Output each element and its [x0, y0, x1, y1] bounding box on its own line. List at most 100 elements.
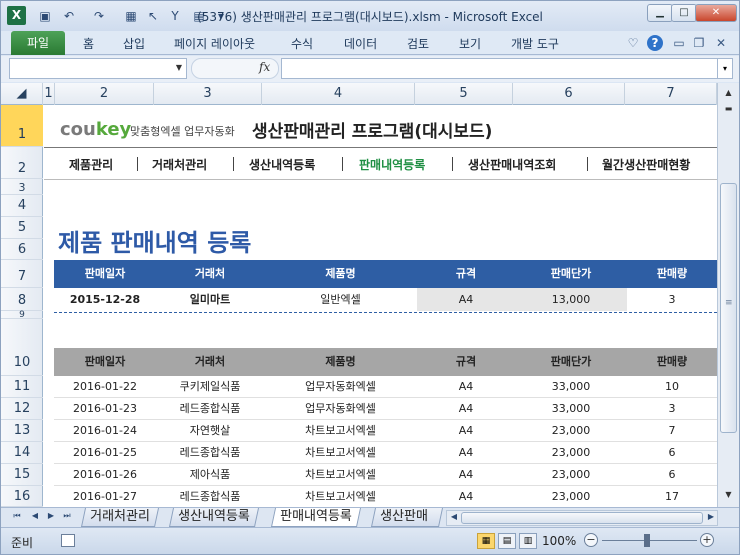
- minimize-button[interactable]: ▁: [647, 4, 673, 22]
- row-header[interactable]: 16: [1, 486, 43, 507]
- window-close-icon[interactable]: ✕: [713, 35, 729, 51]
- row-header[interactable]: 10: [1, 319, 43, 376]
- row-header[interactable]: 5: [1, 217, 43, 239]
- worksheet-grid[interactable]: ◢ 1 2 3 4 5 6 7 1 2 3 4 5 6 7 8 9 10 11 …: [1, 83, 717, 507]
- row-header[interactable]: 7: [1, 260, 43, 288]
- sheet-tab-production-sales[interactable]: 생산판매: [370, 508, 444, 527]
- entry-divider: [54, 312, 717, 313]
- last-sheet-icon[interactable]: ⏭: [61, 511, 73, 521]
- row-header[interactable]: 15: [1, 464, 43, 486]
- first-sheet-icon[interactable]: ⏮: [11, 511, 23, 521]
- scroll-left-icon[interactable]: ◀: [448, 512, 460, 521]
- tab-data[interactable]: 데이터: [344, 35, 377, 52]
- table-row[interactable]: 2016-01-25 레드종합식품 차트보고서엑셀 A4 23,000 6: [54, 442, 717, 464]
- entry-price-cell[interactable]: 13,000: [515, 288, 627, 311]
- menu-product-management[interactable]: 제품관리: [69, 156, 113, 173]
- scroll-down-icon[interactable]: ▼: [720, 487, 737, 503]
- tab-home[interactable]: 홈: [83, 35, 94, 52]
- column-header[interactable]: 6: [513, 83, 625, 105]
- sheet-tab-label: 거래처관리: [90, 509, 150, 524]
- grip-icon: ≡: [725, 298, 733, 308]
- window-restore-icon[interactable]: ❐: [691, 35, 707, 51]
- insert-function-icon[interactable]: fx: [259, 60, 270, 74]
- horizontal-scroll-thumb[interactable]: [461, 512, 703, 524]
- name-box-dropdown-icon[interactable]: ▼: [176, 63, 182, 72]
- tab-developer[interactable]: 개발 도구: [511, 35, 559, 52]
- page-layout-view-icon[interactable]: ▤: [498, 533, 516, 549]
- select-all-corner[interactable]: ◢: [1, 83, 43, 105]
- window-minimize-icon[interactable]: ▭: [671, 35, 687, 51]
- vertical-scroll-thumb[interactable]: ≡: [720, 183, 737, 433]
- entry-product-cell[interactable]: 일반엑셀: [264, 288, 417, 311]
- menu-separator: [452, 157, 453, 171]
- cell-qty: 6: [668, 468, 676, 481]
- next-sheet-icon[interactable]: ▶: [45, 511, 57, 520]
- zoom-out-icon[interactable]: −: [584, 533, 598, 547]
- zoom-in-icon[interactable]: +: [700, 533, 714, 547]
- menu-monthly-status[interactable]: 월간생산판매현황: [602, 156, 690, 173]
- zoom-level[interactable]: 100%: [542, 534, 576, 548]
- tab-page-layout[interactable]: 페이지 레이아웃: [174, 35, 255, 52]
- maximize-button[interactable]: □: [671, 4, 697, 22]
- row-header[interactable]: 1: [1, 105, 43, 147]
- row-header[interactable]: 9: [1, 311, 43, 320]
- prev-sheet-icon[interactable]: ◀: [29, 511, 41, 520]
- normal-view-icon[interactable]: ▦: [477, 533, 495, 549]
- entry-header-date: 판매일자: [84, 267, 126, 280]
- macro-record-icon[interactable]: [61, 534, 75, 547]
- table-row[interactable]: 2016-01-23 레드종합식품 업무자동화엑셀 A4 33,000 3: [54, 398, 717, 420]
- tab-formulas[interactable]: 수식: [291, 35, 313, 52]
- table-row[interactable]: 2016-01-26 제아식품 차트보고서엑셀 A4 23,000 6: [54, 464, 717, 486]
- column-header[interactable]: 7: [625, 83, 717, 105]
- horizontal-scrollbar[interactable]: ◀ ▶: [446, 510, 718, 526]
- status-bar: 준비 ▦ ▤ ▥ 100% − +: [1, 527, 739, 554]
- sheet-tab-sales[interactable]: 판매내역등록: [270, 508, 361, 527]
- row-header[interactable]: 12: [1, 398, 43, 420]
- table-row[interactable]: 2016-01-22 쿠키제일식품 업무자동화엑셀 A4 33,000 10: [54, 376, 717, 398]
- row-header[interactable]: 8: [1, 288, 43, 311]
- menu-customer-management[interactable]: 거래처관리: [152, 156, 207, 173]
- column-header[interactable]: 2: [55, 83, 154, 105]
- table-row[interactable]: 2016-01-27 레드종합식품 차트보고서엑셀 A4 23,000 17: [54, 486, 717, 507]
- sheet-tab-customers[interactable]: 거래처관리: [80, 508, 159, 527]
- formula-input[interactable]: [281, 58, 718, 79]
- name-box[interactable]: ▼: [9, 58, 187, 79]
- column-header[interactable]: 5: [415, 83, 513, 105]
- column-header[interactable]: 3: [154, 83, 262, 105]
- split-box-icon[interactable]: ▬: [720, 101, 737, 117]
- vertical-scrollbar[interactable]: ▲ ▬ ≡ ▼: [717, 83, 739, 507]
- sheet-tab-production[interactable]: 생산내역등록: [168, 508, 259, 527]
- close-button[interactable]: ✕: [695, 4, 737, 22]
- row-header[interactable]: 2: [1, 147, 43, 179]
- entry-spec-cell[interactable]: A4: [417, 288, 515, 311]
- menu-sales-entry[interactable]: 판매내역등록: [359, 156, 425, 173]
- menu-production-sales-query[interactable]: 생산판매내역조회: [468, 156, 556, 173]
- row-header[interactable]: 11: [1, 376, 43, 398]
- row-header[interactable]: 14: [1, 442, 43, 464]
- tab-insert[interactable]: 삽입: [123, 35, 145, 52]
- expand-formula-icon[interactable]: ▾: [717, 58, 733, 79]
- column-header[interactable]: 1: [43, 83, 55, 105]
- tab-view[interactable]: 보기: [459, 35, 481, 52]
- tab-file[interactable]: 파일: [11, 31, 65, 55]
- entry-qty-cell[interactable]: 3: [627, 288, 717, 311]
- entry-customer-cell[interactable]: 일미마트: [156, 288, 264, 311]
- tab-review[interactable]: 검토: [407, 35, 429, 52]
- row-header[interactable]: 13: [1, 420, 43, 442]
- column-header[interactable]: 4: [262, 83, 415, 105]
- zoom-slider-thumb[interactable]: [644, 534, 650, 547]
- row-headers: 1 2 3 4 5 6 7 8 9 10 11 12 13 14 15 16: [1, 105, 43, 507]
- scroll-up-icon[interactable]: ▲: [720, 85, 737, 101]
- cell-date: 2016-01-24: [73, 424, 137, 437]
- page-break-view-icon[interactable]: ▥: [519, 533, 537, 549]
- ribbon-collapse-icon[interactable]: ♡: [625, 35, 641, 51]
- help-icon[interactable]: ?: [647, 35, 663, 51]
- row-header[interactable]: 3: [1, 179, 43, 195]
- row-header[interactable]: 6: [1, 239, 43, 260]
- entry-date-cell[interactable]: 2015-12-28: [54, 288, 156, 311]
- scroll-right-icon[interactable]: ▶: [705, 512, 717, 521]
- menu-production-entry[interactable]: 생산내역등록: [249, 156, 315, 173]
- table-row[interactable]: 2016-01-24 자연햇살 차트보고서엑셀 A4 23,000 7: [54, 420, 717, 442]
- row-header[interactable]: 4: [1, 195, 43, 217]
- menu-separator: [233, 157, 234, 171]
